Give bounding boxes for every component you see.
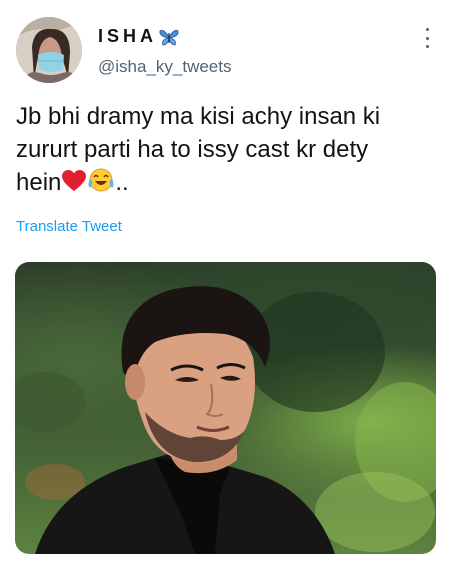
tweet-text-line-1: Jb bhi dramy ma kisi achy insan ki bbox=[16, 103, 381, 130]
photo-man-portrait bbox=[15, 286, 436, 554]
tweet-text-line-2: zururt parti ha to issy cast kr dety bbox=[16, 136, 369, 163]
tweet-media-photo[interactable] bbox=[15, 262, 436, 554]
display-name-text[interactable]: ISHA bbox=[98, 26, 157, 47]
red-heart-emoji bbox=[61, 169, 87, 202]
user-handle[interactable]: @isha_ky_tweets bbox=[98, 57, 232, 77]
display-name[interactable]: ISHA bbox=[98, 26, 179, 47]
more-options-icon[interactable] bbox=[424, 28, 430, 48]
translate-tweet-link[interactable]: Translate Tweet bbox=[16, 218, 122, 235]
tweet-text-tail: .. bbox=[115, 169, 129, 196]
tweet-text-line-3: hein bbox=[16, 169, 62, 196]
tweet-card: ISHA @isha_ky_tweets Jb bhi dramy ma kis… bbox=[0, 0, 450, 562]
avatar[interactable] bbox=[16, 17, 82, 83]
tweet-text: Jb bhi dramy ma kisi achy insan ki zurur… bbox=[16, 100, 436, 202]
butterfly-icon bbox=[159, 28, 179, 46]
tears-of-joy-emoji bbox=[87, 167, 115, 202]
